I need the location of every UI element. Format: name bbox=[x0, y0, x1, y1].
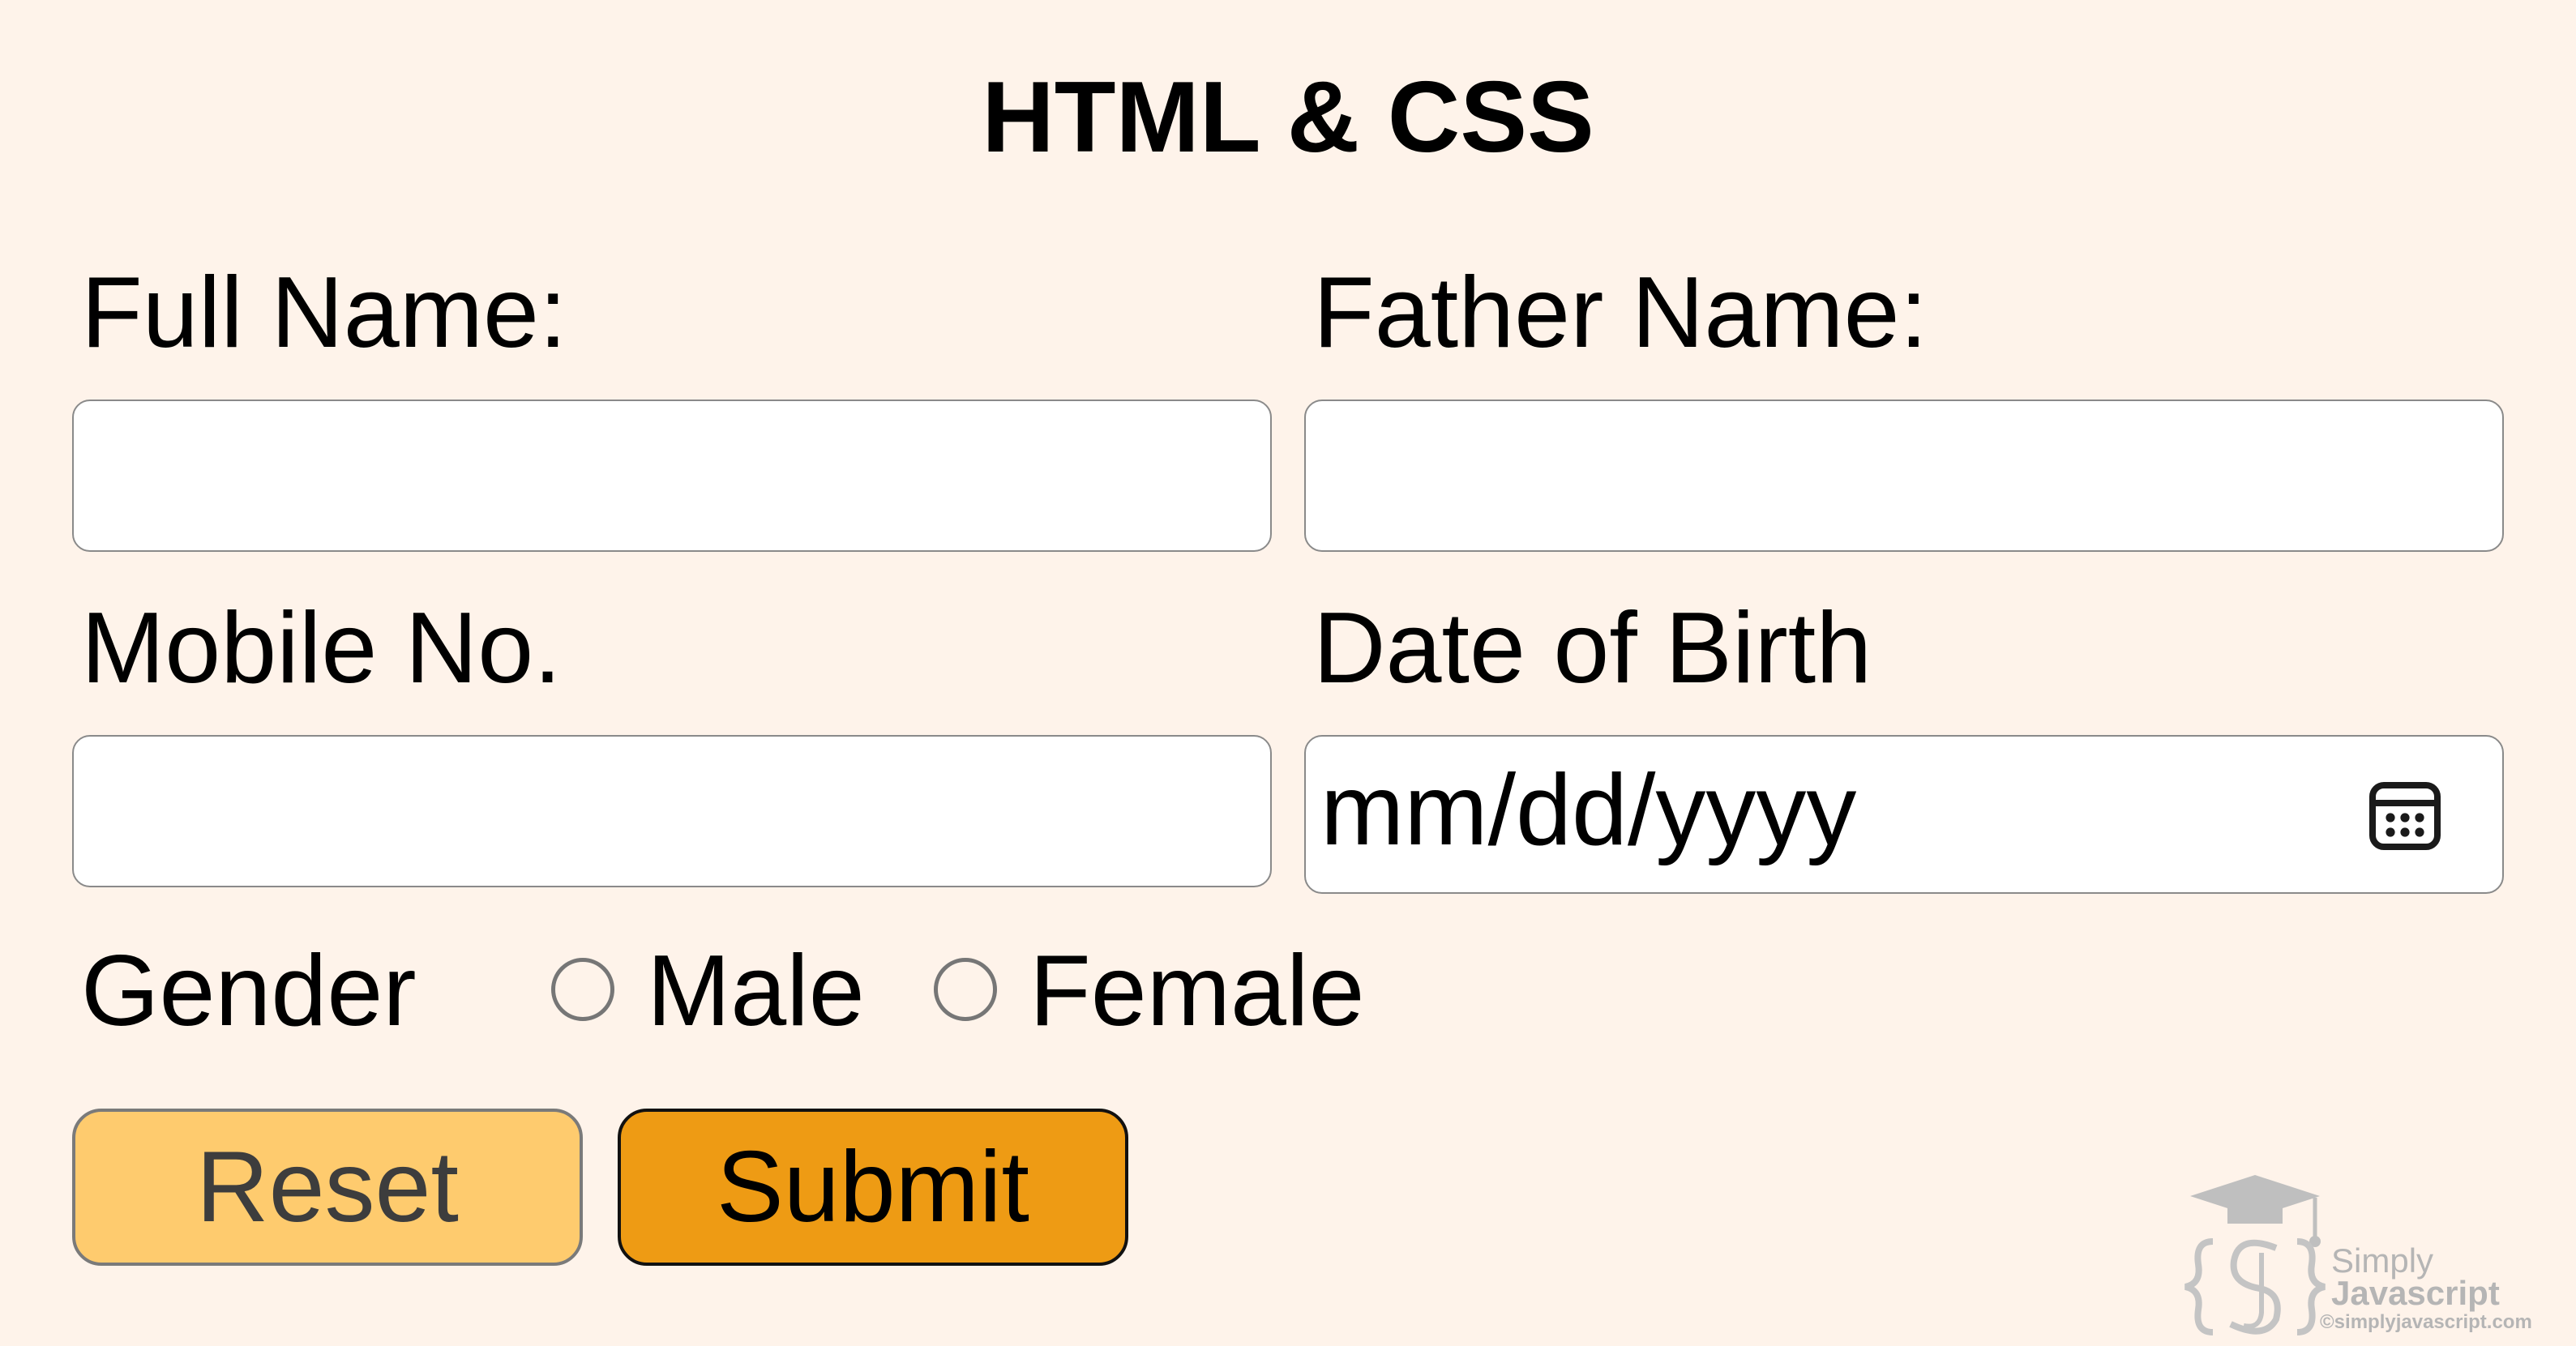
calendar-icon[interactable] bbox=[2366, 776, 2444, 853]
mobile-number-input[interactable] bbox=[72, 735, 1272, 887]
full-name-input[interactable] bbox=[72, 400, 1272, 552]
full-name-label: Full Name: bbox=[81, 257, 567, 369]
father-name-label: Father Name: bbox=[1313, 257, 1928, 369]
submit-button[interactable]: Submit bbox=[618, 1109, 1128, 1266]
father-name-input[interactable] bbox=[1304, 400, 2504, 552]
female-label: Female bbox=[1029, 935, 1365, 1047]
page-title: HTML & CSS bbox=[982, 62, 1594, 173]
date-placeholder: mm/dd/yyyy bbox=[1320, 754, 1857, 866]
watermark-line-2: Javascript bbox=[2331, 1274, 2500, 1312]
date-of-birth-label: Date of Birth bbox=[1313, 592, 1872, 704]
simplyjavascript-logo-icon bbox=[2184, 1175, 2326, 1335]
female-radio[interactable] bbox=[934, 958, 997, 1021]
mobile-number-label: Mobile No. bbox=[81, 592, 562, 704]
watermark-line-3: ©simplyjavascript.com bbox=[2320, 1311, 2532, 1333]
watermark: Simply Javascript ©simplyjavascript.com bbox=[2180, 1175, 2553, 1337]
male-label: Male bbox=[647, 935, 865, 1047]
gender-label: Gender bbox=[81, 935, 417, 1047]
reset-button[interactable]: Reset bbox=[72, 1109, 583, 1266]
date-of-birth-input[interactable]: mm/dd/yyyy bbox=[1304, 735, 2504, 894]
male-radio[interactable] bbox=[551, 958, 614, 1021]
